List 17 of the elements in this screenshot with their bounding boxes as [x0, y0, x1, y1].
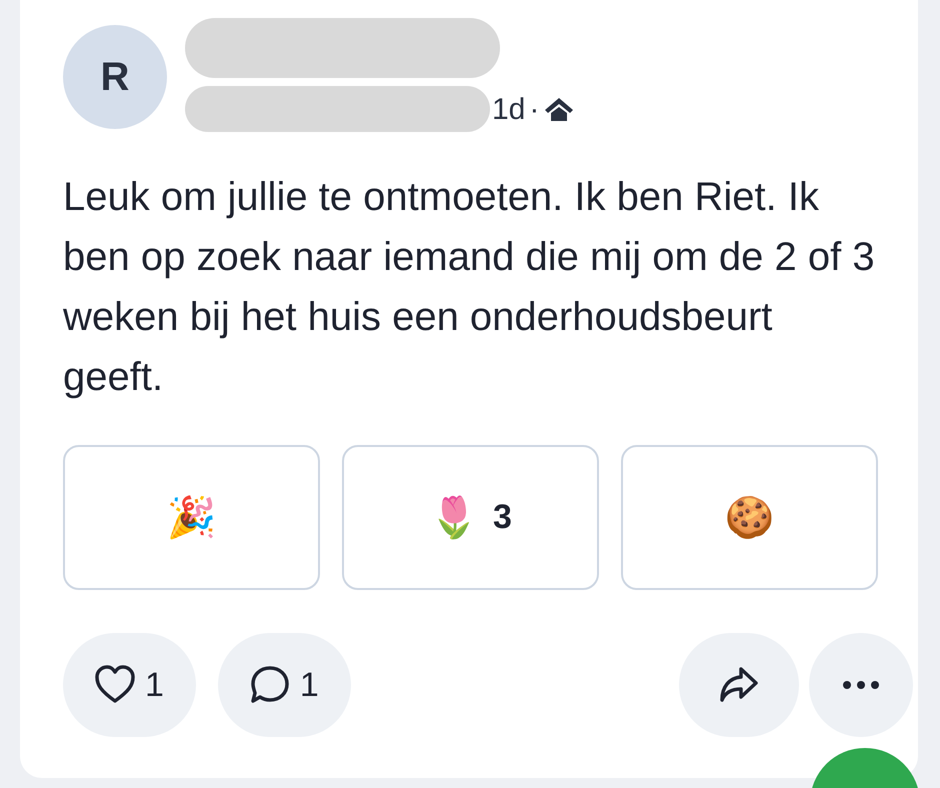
- speech-bubble-icon: [250, 665, 290, 705]
- reaction-button[interactable]: 🍪: [621, 445, 878, 590]
- reaction-count: 3: [493, 497, 512, 538]
- reaction-button[interactable]: 🌷 3: [342, 445, 599, 590]
- post-text: Leuk om jullie te ontmoeten. Ik ben Riet. Ik ben op zoek naar iemand die mij om de 2 of 3 weken bij het huis een onderhoudsbeurt geeft.: [63, 174, 876, 401]
- share-arrow-icon: [719, 665, 759, 705]
- separator: ·: [529, 92, 540, 128]
- like-button[interactable]: 1: [63, 633, 196, 737]
- house-icon: [543, 96, 576, 122]
- avatar[interactable]: R: [63, 25, 167, 129]
- heart-icon: [95, 665, 135, 705]
- emoji-icon: 🍪: [724, 488, 774, 548]
- emoji-icon: 🌷: [429, 488, 480, 548]
- emoji-icon: 🎉: [166, 488, 216, 548]
- post-time: 1d: [492, 92, 526, 128]
- more-icon: [841, 681, 881, 689]
- comment-button[interactable]: 1: [218, 633, 351, 737]
